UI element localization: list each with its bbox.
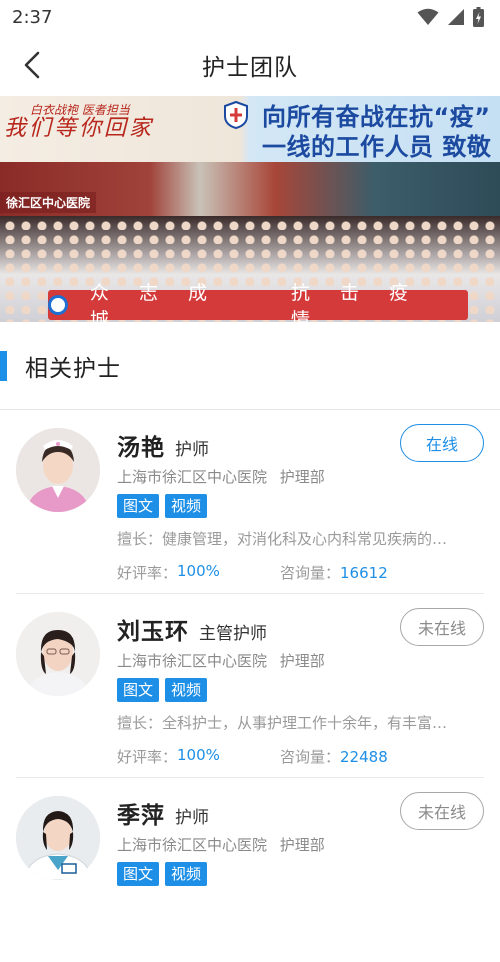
nurse-name: 刘玉环 [117,619,189,645]
nurse-hospital: 上海市徐汇区中心医院 护理部 [117,650,325,671]
tag-text-consult: 图文 [117,862,160,886]
online-status-button[interactable]: 在线 [400,424,484,462]
back-arrow-icon[interactable] [18,48,50,82]
banner-right-text: 向所有奋战在抗“疫” 一线的工作人员 致敬 [262,102,491,162]
banner-slogan-2: 抗 击 疫 情 [290,282,421,322]
tag-video-consult: 视频 [165,862,208,886]
tag-video-consult: 视频 [165,678,208,702]
banner-left-text: 白衣战袍 医者担当 我们等你回家 [4,103,155,142]
service-tags: 图文 视频 [117,862,208,886]
wifi-icon [417,8,439,25]
avatar [16,612,100,696]
banner-image[interactable]: 白衣战袍 医者担当 我们等你回家 向所有奋战在抗“疫” 一线的工作人员 致敬 徐… [0,96,500,322]
status-icons [417,7,484,27]
tag-text-consult: 图文 [117,494,160,518]
consult-value: 16612 [340,564,388,582]
nurse-card[interactable]: 刘玉环 主管护师 上海市徐汇区中心医院 护理部 图文 视频 擅长：全科护士，从事… [16,594,484,778]
battery-charging-icon [473,7,484,27]
nurse-stats: 好评率： 100% 咨询量：16612 [117,562,388,583]
hospital-name: 上海市徐汇区中心医院 [117,652,268,670]
avatar [16,796,100,880]
nurse-name: 汤艳 [117,435,165,461]
app-header: 护士团队 [0,34,500,96]
nurse-card[interactable]: 汤艳 护师 上海市徐汇区中心医院 护理部 图文 视频 擅长：健康管理，对消化科及… [16,410,484,594]
slogan-logo-icon [48,295,68,315]
status-bar: 2:37 [0,0,500,34]
offline-status-button[interactable]: 未在线 [400,792,484,830]
consult-group: 咨询量：16612 [280,562,388,583]
consult-group: 咨询量：22488 [280,746,388,767]
status-time: 2:37 [12,6,53,28]
nurse-specialty: 擅长：健康管理，对消化科及心内科常见疾病的… [117,530,448,548]
banner-slogan-1: 众 志 成 城 [89,282,220,322]
banner-right-line1: 向所有奋战在抗“疫” [262,103,491,131]
section-header: 相关护士 [0,322,500,410]
section-accent-bar [0,350,7,381]
banner-right-line2: 一线的工作人员 致敬 [262,133,492,161]
offline-status-button[interactable]: 未在线 [400,608,484,646]
department-name: 护理部 [279,468,325,486]
nurse-name-row: 汤艳 护师 [117,428,209,462]
nurse-name-row: 刘玉环 主管护师 [117,612,267,646]
consult-value: 22488 [340,748,388,766]
tag-text-consult: 图文 [117,678,160,702]
nurse-name-row: 季萍 护师 [117,796,209,830]
service-tags: 图文 视频 [117,494,208,518]
rating-value: 100% [177,746,220,764]
tag-video-consult: 视频 [165,494,208,518]
nurse-photo-icon [16,796,100,880]
consult-label: 咨询量： [280,748,341,766]
rating-label: 好评率： [117,748,178,766]
banner-slogan: 众 志 成 城 抗 击 疫 情 [48,282,468,322]
nurse-specialty: 擅长：全科护士，从事护理工作十余年，有丰富… [117,714,448,732]
signal-icon [448,9,464,25]
page-title: 护士团队 [202,55,298,81]
avatar [16,428,100,512]
rating-label: 好评率： [117,564,178,582]
rating-value: 100% [177,562,220,580]
nurse-title: 护师 [175,808,209,828]
nurse-photo-icon [16,428,100,512]
consult-label: 咨询量： [280,564,341,582]
banner-left-line2: 我们等你回家 [4,116,155,142]
section-title: 相关护士 [25,355,121,382]
hospital-name: 上海市徐汇区中心医院 [117,468,268,486]
nurse-card[interactable]: 季萍 护师 上海市徐汇区中心医院 护理部 图文 视频 未在线 [16,778,484,962]
nurse-title: 主管护师 [199,624,267,644]
department-name: 护理部 [279,652,325,670]
service-tags: 图文 视频 [117,678,208,702]
hospital-logo-icon [224,100,248,130]
nurse-name: 季萍 [117,803,165,829]
nurse-title: 护师 [175,440,209,460]
nurse-hospital: 上海市徐汇区中心医院 护理部 [117,466,325,487]
nurse-photo-icon [16,612,100,696]
nurse-hospital: 上海市徐汇区中心医院 护理部 [117,834,325,855]
nurse-stats: 好评率： 100% 咨询量：22488 [117,746,388,767]
department-name: 护理部 [279,836,325,854]
banner-hospital-sign: 徐汇区中心医院 [0,192,97,213]
hospital-name: 上海市徐汇区中心医院 [117,836,268,854]
